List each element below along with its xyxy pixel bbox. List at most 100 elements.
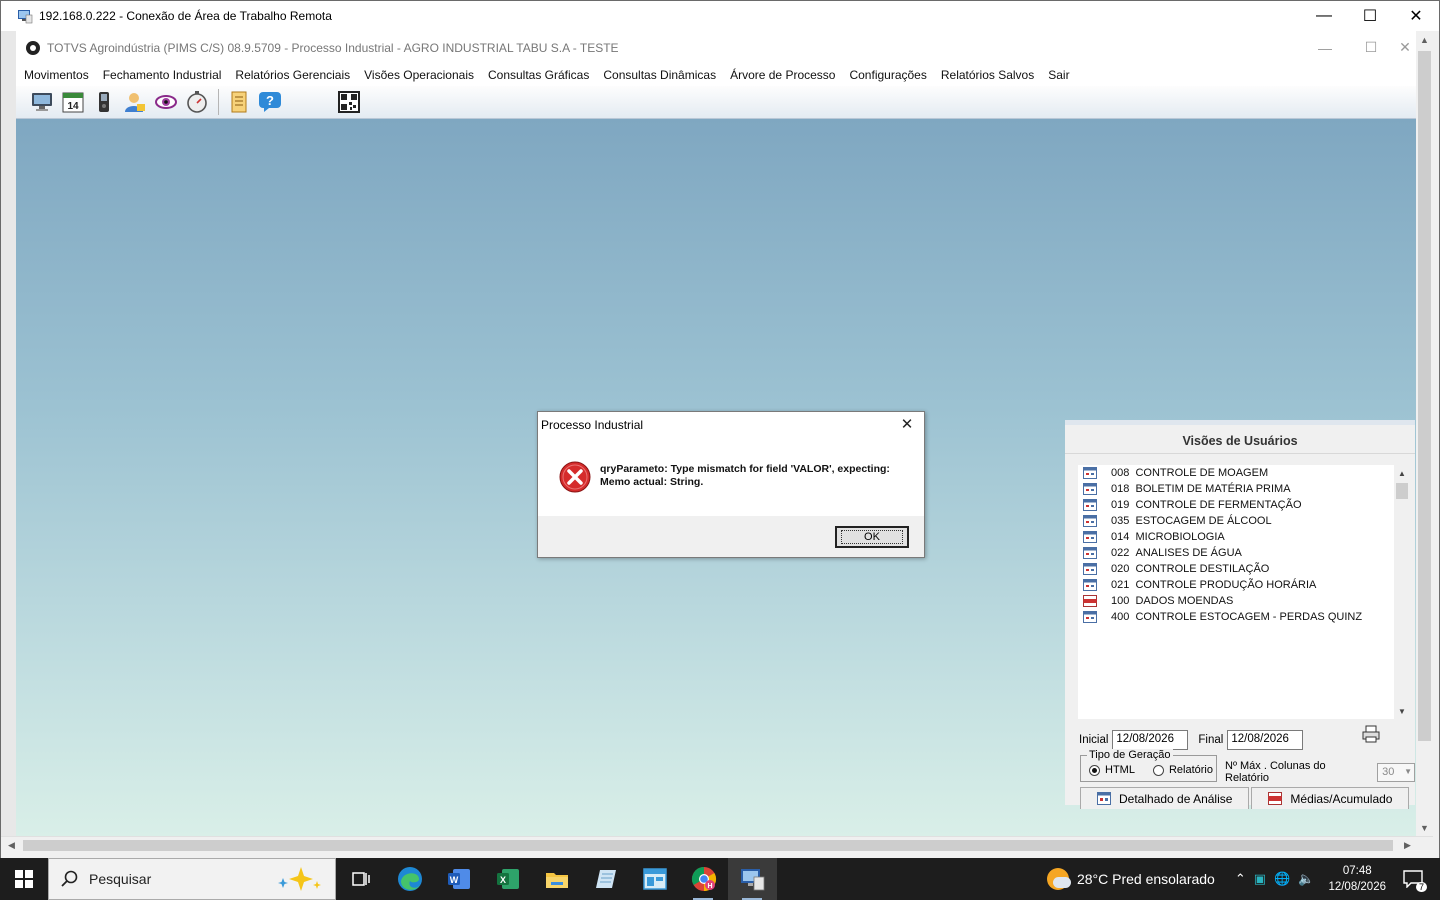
item-name: CONTROLE PRODUÇÃO HORÁRIA <box>1135 579 1317 591</box>
menu-configuracoes[interactable]: Configurações <box>849 68 926 82</box>
sparkle-icon <box>278 867 321 891</box>
monitor-icon[interactable] <box>30 90 54 114</box>
scroll-thumb[interactable] <box>1418 51 1431 741</box>
clock-date: 12/08/2026 <box>1328 881 1386 893</box>
list-item[interactable]: 018 BOLETIM DE MATÉRIA PRIMA <box>1078 481 1410 497</box>
list-item[interactable]: 020 CONTROLE DESTILAÇÃO <box>1078 561 1410 577</box>
html-radio[interactable] <box>1089 764 1100 776</box>
remote-desktop-taskbar-icon[interactable] <box>728 858 777 900</box>
dialog-message: qryParameto: Type mismatch for field 'VA… <box>600 463 890 488</box>
max-columns-label: Nº Máx . Colunas do Relatório <box>1225 760 1326 784</box>
qr-code-icon[interactable] <box>337 90 361 114</box>
inicial-date-input[interactable]: 12/08/2026 <box>1112 730 1189 750</box>
app-horizontal-scrollbar[interactable]: ◀ ▶ <box>1 836 1433 853</box>
chrome-icon[interactable]: H <box>679 858 728 900</box>
phone-icon[interactable] <box>92 90 116 114</box>
taskbar-search[interactable]: Pesquisar <box>48 858 336 900</box>
excel-icon[interactable]: X <box>483 858 532 900</box>
network-icon[interactable]: 🌐 <box>1274 871 1290 887</box>
menu-consultas-dinamicas[interactable]: Consultas Dinâmicas <box>603 68 716 82</box>
printer-icon[interactable] <box>1362 725 1380 743</box>
svg-text:H: H <box>707 883 712 890</box>
edge-icon[interactable] <box>385 858 434 900</box>
list-item[interactable]: 100 DADOS MOENDAS <box>1078 593 1410 609</box>
svg-text:?: ? <box>266 93 274 108</box>
report-icon <box>1083 547 1097 559</box>
list-item[interactable]: 019 CONTROLE DE FERMENTAÇÃO <box>1078 497 1410 513</box>
item-code: 021 <box>1111 579 1130 591</box>
tab-medias-acumulado[interactable]: Médias/Acumulado <box>1251 787 1410 809</box>
item-code: 020 <box>1111 563 1130 575</box>
notification-icon[interactable]: 7 <box>1398 864 1428 894</box>
item-name: CONTROLE DE MOAGEM <box>1135 467 1269 479</box>
scroll-right-arrow-icon[interactable]: ▶ <box>1399 837 1416 854</box>
list-scroll-down-icon[interactable]: ▼ <box>1394 703 1410 719</box>
menu-movimentos[interactable]: Movimentos <box>24 68 89 82</box>
list-item[interactable]: 008 CONTROLE DE MOAGEM <box>1078 465 1410 481</box>
menu-consultas-graficas[interactable]: Consultas Gráficas <box>488 68 589 82</box>
rdp-minimize-button[interactable]: — <box>1301 1 1347 31</box>
list-scroll-up-icon[interactable]: ▲ <box>1394 465 1410 481</box>
menu-relatorios-gerenciais[interactable]: Relatórios Gerenciais <box>235 68 350 82</box>
file-explorer-icon[interactable] <box>532 858 581 900</box>
report-list-icon[interactable] <box>227 90 251 114</box>
dialog-footer: OK <box>538 516 924 557</box>
list-item[interactable]: 014 MICROBIOLOGIA <box>1078 529 1410 545</box>
menu-visoes-operacionais[interactable]: Visões Operacionais <box>364 68 474 82</box>
clock-time: 07:48 <box>1342 865 1372 877</box>
tray-app-icon[interactable]: ▣ <box>1254 871 1266 887</box>
menu-relatorios-salvos[interactable]: Relatórios Salvos <box>941 68 1034 82</box>
item-code: 019 <box>1111 499 1130 511</box>
menu-fechamento-industrial[interactable]: Fechamento Industrial <box>103 68 222 82</box>
app-vertical-scrollbar[interactable]: ▲ ▼ <box>1416 31 1433 836</box>
rdp-close-button[interactable]: ✕ <box>1393 1 1439 31</box>
app-close-button[interactable]: ✕ <box>1394 31 1416 64</box>
tipo-geracao-label: Tipo de Geração <box>1087 749 1173 761</box>
eye-icon[interactable] <box>154 90 178 114</box>
tab-detalhado-de-analise[interactable]: Detalhado de Análise <box>1080 787 1250 809</box>
weather-widget[interactable]: 28°C Pred ensolarado <box>1046 868 1215 890</box>
volume-icon[interactable]: 🔈 <box>1298 871 1314 887</box>
report-icon <box>1083 579 1097 591</box>
rdp-maximize-button[interactable]: ☐ <box>1347 1 1393 31</box>
scroll-up-arrow-icon[interactable]: ▲ <box>1416 31 1433 48</box>
chevron-up-icon[interactable]: ⌃ <box>1235 871 1246 887</box>
error-dialog: Processo Industrial ✕ qryParameto: Type … <box>537 411 925 558</box>
windows-icon <box>15 870 33 888</box>
list-scroll-thumb[interactable] <box>1396 483 1408 499</box>
dialog-close-icon[interactable]: ✕ <box>898 415 916 433</box>
list-item[interactable]: 022 ANALISES DE ÁGUA <box>1078 545 1410 561</box>
app-window-icon[interactable] <box>630 858 679 900</box>
clock[interactable]: 07:48 12/08/2026 <box>1328 863 1386 895</box>
user-icon[interactable] <box>123 90 147 114</box>
list-item[interactable]: 035 ESTOCAGEM DE ÁLCOOL <box>1078 513 1410 529</box>
report-icon <box>1083 499 1097 511</box>
help-icon[interactable]: ? <box>258 90 282 114</box>
start-button[interactable] <box>0 858 48 900</box>
calendar-icon[interactable]: 14 <box>61 90 85 114</box>
rdp-titlebar: 192.168.0.222 - Conexão de Área de Traba… <box>1 1 1439 31</box>
search-icon <box>61 870 78 887</box>
app-minimize-button[interactable]: — <box>1302 31 1348 64</box>
hscroll-thumb[interactable] <box>23 840 1393 851</box>
task-view-icon[interactable] <box>336 858 385 900</box>
relatorio-radio[interactable] <box>1152 764 1164 776</box>
ok-button[interactable]: OK <box>835 526 909 548</box>
scroll-left-arrow-icon[interactable]: ◀ <box>3 837 20 854</box>
list-item[interactable]: 400 CONTROLE ESTOCAGEM - PERDAS QUINZ <box>1078 609 1410 625</box>
final-date-input[interactable]: 12/08/2026 <box>1227 730 1304 750</box>
menu-arvore-de-processo[interactable]: Árvore de Processo <box>730 68 835 82</box>
stopwatch-icon[interactable] <box>185 90 209 114</box>
app-maximize-button[interactable]: ☐ <box>1348 31 1394 64</box>
word-icon[interactable]: W <box>434 858 483 900</box>
item-name: DADOS MOENDAS <box>1135 595 1234 607</box>
list-item[interactable]: 021 CONTROLE PRODUÇÃO HORÁRIA <box>1078 577 1410 593</box>
system-tray: 28°C Pred ensolarado ⌃ ▣ 🌐 🔈 07:48 12/08… <box>1046 858 1440 900</box>
max-columns-select[interactable]: 30 ▼ <box>1377 762 1415 782</box>
scroll-down-arrow-icon[interactable]: ▼ <box>1416 819 1433 836</box>
notepad-icon[interactable] <box>581 858 630 900</box>
menu-sair[interactable]: Sair <box>1048 68 1069 82</box>
report-icon <box>1083 563 1097 575</box>
visoes-list-scrollbar[interactable]: ▲ ▼ <box>1394 465 1410 719</box>
dialog-title: Processo Industrial <box>541 417 644 432</box>
